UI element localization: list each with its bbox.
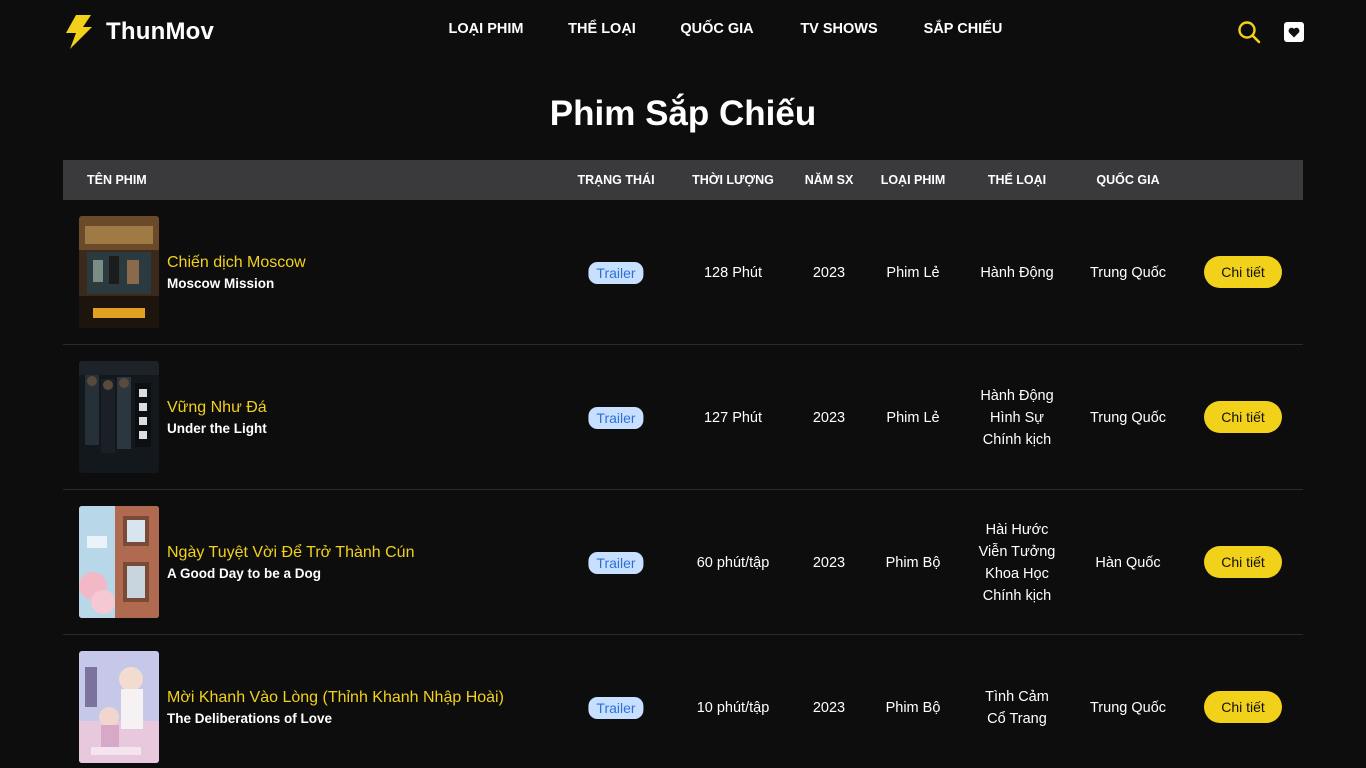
nav-item-sap-chieu[interactable]: SẮP CHIẾU [924, 21, 1003, 37]
movie-poster[interactable] [79, 216, 159, 328]
nav-item-tv-shows[interactable]: TV SHOWS [800, 21, 877, 37]
status-badge: Trailer [588, 261, 644, 284]
column-header-year: NĂM SX [804, 173, 854, 187]
column-header-duration: THỜI LƯỢNG [692, 173, 774, 187]
table-row: Chiến dịch Moscow Moscow Mission Trailer… [63, 200, 1303, 345]
poster-image [79, 216, 159, 328]
nav-item-quoc-gia[interactable]: QUỐC GIA [680, 21, 753, 37]
detail-button[interactable]: Chi tiết [1204, 546, 1282, 578]
table-header: TÊN PHIM TRẠNG THÁI THỜI LƯỢNG NĂM SX LO… [63, 160, 1303, 200]
year-cell: 2023 [812, 554, 846, 571]
type-cell: Phim Lẻ [886, 264, 940, 281]
nav-item-loai-phim[interactable]: LOẠI PHIM [449, 21, 524, 37]
movie-titles: Chiến dịch Moscow Moscow Mission [167, 200, 306, 345]
movie-original-title: A Good Day to be a Dog [167, 566, 322, 581]
genre-item: Hành Động [980, 264, 1054, 281]
status-cell: Trailer [588, 635, 644, 768]
genre-cell: Hành Động [980, 200, 1053, 345]
column-header-genre: THỂ LOẠI [987, 173, 1047, 187]
genre-cell: Hài Hước Viễn Tưởng Khoa Học Chính kịch [979, 490, 1056, 635]
genre-item: Khoa Học [985, 565, 1049, 582]
status-badge: Trailer [588, 696, 644, 719]
movie-title[interactable]: Vững Như Đá [167, 399, 267, 417]
year-cell: 2023 [812, 264, 846, 281]
column-header-status: TRẠNG THÁI [577, 173, 655, 187]
duration-cell: 10 phút/tập [696, 699, 770, 716]
movie-original-title: The Deliberations of Love [167, 711, 333, 726]
genre-cell: Tình Cảm Cổ Trang [985, 635, 1049, 768]
status-cell: Trailer [588, 200, 644, 345]
movie-title[interactable]: Mời Khanh Vào Lòng (Thỉnh Khanh Nhập Hoà… [167, 689, 504, 707]
genre-item: Chính kịch [982, 587, 1052, 604]
movie-poster[interactable] [79, 506, 159, 618]
site-header: ThunMov LOẠI PHIM THỂ LOẠI QUỐC GIA TV S… [0, 0, 1366, 62]
movie-titles: Vững Như Đá Under the Light [167, 345, 267, 490]
genre-cell: Hành Động Hình Sự Chính kịch [980, 345, 1053, 490]
movie-titles: Ngày Tuyệt Vời Để Trở Thành Cún A Good D… [167, 490, 414, 635]
movie-original-title: Under the Light [167, 421, 267, 436]
page-title: Phim Sắp Chiếu [549, 94, 817, 133]
status-cell: Trailer [588, 490, 644, 635]
country-cell: Trung Quốc [1089, 409, 1167, 426]
poster-image [79, 506, 159, 618]
movie-titles: Mời Khanh Vào Lòng (Thỉnh Khanh Nhập Hoà… [167, 635, 504, 768]
search-icon[interactable] [1237, 20, 1261, 44]
poster-image [79, 361, 159, 473]
movie-poster[interactable] [79, 651, 159, 763]
duration-cell: 128 Phút [703, 264, 763, 281]
detail-button[interactable]: Chi tiết [1204, 691, 1282, 723]
detail-button[interactable]: Chi tiết [1204, 256, 1282, 288]
genre-item: Viễn Tưởng [978, 543, 1056, 560]
duration-cell: 60 phút/tập [696, 554, 770, 571]
detail-button[interactable]: Chi tiết [1204, 401, 1282, 433]
type-cell: Phim Bộ [885, 554, 941, 571]
country-cell: Hàn Quốc [1095, 554, 1161, 571]
nav-item-the-loai[interactable]: THỂ LOẠI [568, 21, 636, 37]
movie-title[interactable]: Ngày Tuyệt Vời Để Trở Thành Cún [167, 544, 414, 562]
genre-item: Tình Cảm [985, 688, 1049, 705]
heart-icon [1288, 27, 1300, 37]
year-cell: 2023 [812, 699, 846, 716]
genre-item: Hài Hước [985, 521, 1049, 538]
table-row: Ngày Tuyệt Vời Để Trở Thành Cún A Good D… [63, 490, 1303, 635]
poster-image [79, 651, 159, 763]
column-header-country: QUỐC GIA [1096, 173, 1160, 187]
country-cell: Trung Quốc [1089, 699, 1167, 716]
type-cell: Phim Lẻ [886, 409, 940, 426]
column-header-type: LOẠI PHIM [880, 173, 946, 187]
genre-item: Chính kịch [982, 431, 1052, 448]
genre-item: Cổ Trang [987, 710, 1047, 727]
genre-item: Hình Sự [989, 409, 1045, 426]
status-cell: Trailer [588, 345, 644, 490]
main-nav: LOẠI PHIM THỂ LOẠI QUỐC GIA TV SHOWS SẮP… [0, 21, 1366, 41]
status-badge: Trailer [588, 406, 644, 429]
genre-item: Hành Động [980, 387, 1054, 404]
type-cell: Phim Bộ [885, 699, 941, 716]
country-cell: Trung Quốc [1089, 264, 1167, 281]
movie-original-title: Moscow Mission [167, 276, 275, 291]
status-badge: Trailer [588, 551, 644, 574]
year-cell: 2023 [812, 409, 846, 426]
movie-poster[interactable] [79, 361, 159, 473]
table-row: Vững Như Đá Under the Light Trailer 127 … [63, 345, 1303, 490]
column-header-name: TÊN PHIM [87, 173, 147, 187]
duration-cell: 127 Phút [703, 409, 763, 426]
movie-title[interactable]: Chiến dịch Moscow [167, 254, 306, 272]
table-row: Mời Khanh Vào Lòng (Thỉnh Khanh Nhập Hoà… [63, 635, 1303, 768]
favorites-button[interactable] [1284, 22, 1304, 42]
